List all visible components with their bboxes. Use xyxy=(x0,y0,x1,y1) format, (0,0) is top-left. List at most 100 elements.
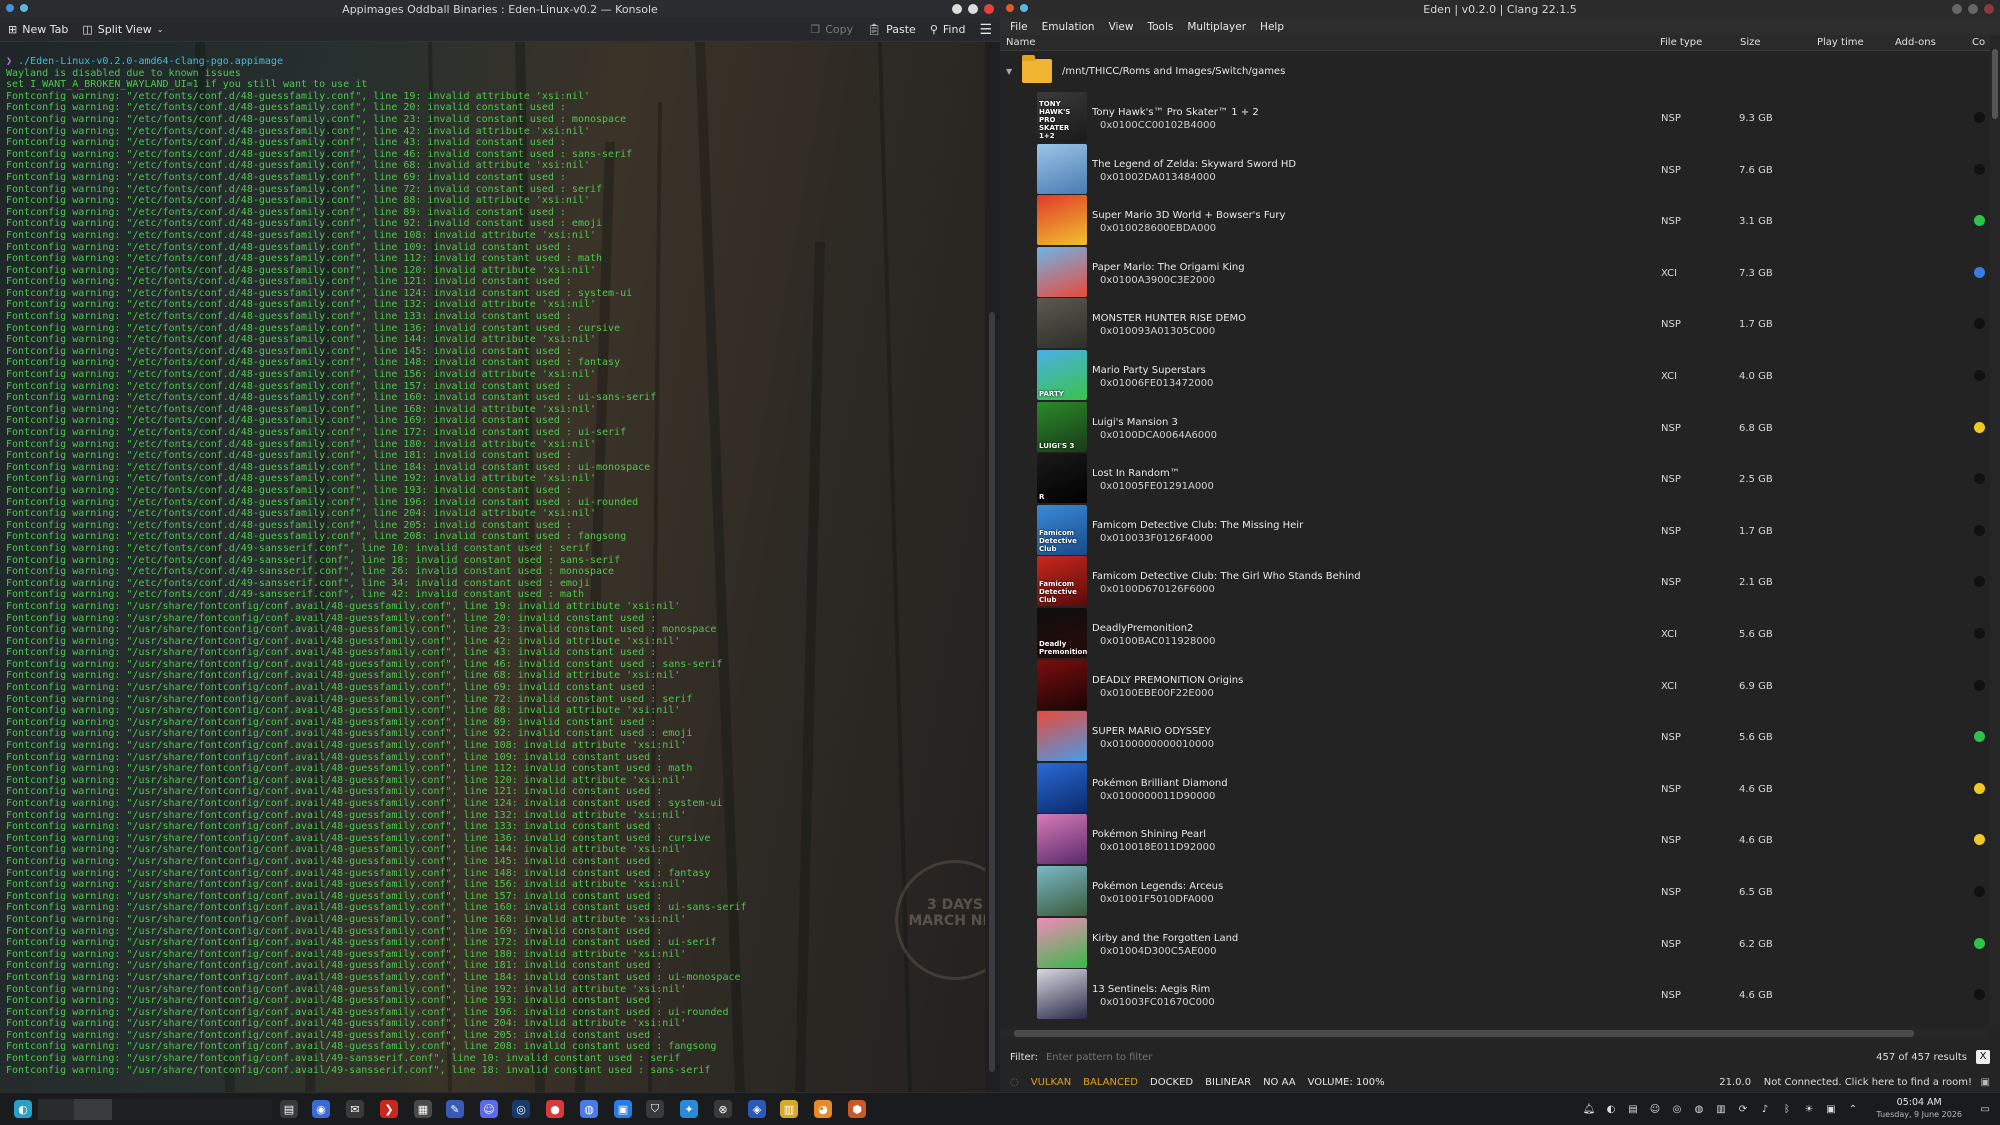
scaling-filter-toggle[interactable]: BILINEAR xyxy=(1205,1077,1251,1088)
copy-button[interactable]: ❐ Copy xyxy=(810,23,853,36)
mail-icon[interactable]: ✉ xyxy=(346,1100,364,1118)
game-row[interactable]: Paper Mario: The Origami King 0x0100A3900… xyxy=(1000,246,1990,298)
vivaldi-icon[interactable]: ● xyxy=(546,1100,564,1118)
maximize-button[interactable] xyxy=(968,4,978,14)
column-name[interactable]: Name xyxy=(1006,37,1036,48)
terminal-output[interactable]: 3 DAYS MARCH NET ❯ ./Eden-Linux-v0.2.0-a… xyxy=(0,42,985,1092)
storage-icon[interactable]: ▥ xyxy=(1714,1102,1728,1116)
close-button[interactable] xyxy=(1984,4,1994,14)
minimize-button[interactable] xyxy=(1952,4,1962,14)
xbox-icon[interactable]: ⊗ xyxy=(714,1100,732,1118)
docked-toggle[interactable]: DOCKED xyxy=(1150,1077,1193,1088)
volume-icon[interactable]: ♪ xyxy=(1758,1102,1772,1116)
konsole-titlebar[interactable]: Appimages Oddball Binaries : Eden-Linux-… xyxy=(0,0,1000,18)
game-row[interactable]: Famicom Detective Club Famicom Detective … xyxy=(1000,504,1990,556)
filter-input[interactable] xyxy=(1045,1051,1646,1063)
eden-titlebar[interactable]: Eden | v0.2.0 | Clang 22.1.5 xyxy=(1000,0,2000,18)
chevron-down-icon[interactable]: ▼ xyxy=(1006,67,1022,76)
volume-toggle[interactable]: VOLUME: 100% xyxy=(1308,1077,1385,1088)
game-row[interactable]: Kirby and the Forgotten Land 0x01004D300C… xyxy=(1000,917,1990,969)
pin-icon[interactable] xyxy=(1020,4,1028,12)
steam-tray-icon[interactable]: ◎ xyxy=(1670,1102,1684,1116)
terminal-scrollbar[interactable] xyxy=(985,42,1000,1092)
menu-file[interactable]: File xyxy=(1010,21,1028,33)
firefox-icon[interactable]: ◕ xyxy=(814,1100,832,1118)
expand-icon[interactable]: ⌃ xyxy=(1846,1102,1860,1116)
sync-icon[interactable]: ◐ xyxy=(1604,1102,1618,1116)
taskbar-task-1[interactable] xyxy=(38,1099,74,1120)
column-size[interactable]: Size xyxy=(1740,37,1761,48)
paste-button[interactable]: 📋︎ Paste xyxy=(867,23,916,36)
discord-icon[interactable]: ☺ xyxy=(480,1100,498,1118)
game-row[interactable]: Famicom Detective Club Famicom Detective … xyxy=(1000,555,1990,607)
scrollbar-thumb[interactable] xyxy=(989,312,995,1072)
game-row[interactable]: PARTY Mario Party Superstars 0x01006FE0134… xyxy=(1000,349,1990,401)
api-toggle[interactable]: VULKAN xyxy=(1031,1077,1071,1088)
game-list-hscrollbar[interactable] xyxy=(1000,1028,1990,1039)
game-icon[interactable]: ⬢ xyxy=(848,1100,866,1118)
clear-filter-button[interactable]: X xyxy=(1976,1050,1990,1064)
column-play-time[interactable]: Play time xyxy=(1817,37,1864,48)
taskbar-task-2[interactable] xyxy=(74,1099,112,1120)
terminal-icon[interactable]: ❯ xyxy=(380,1100,398,1118)
game-row[interactable]: DEADLY PREMONITION Origins 0x0100EBE00F22… xyxy=(1000,659,1990,711)
game-list[interactable]: ▼ /mnt/THICC/Roms and Images/Switch/game… xyxy=(1000,51,1990,1028)
calculator-icon[interactable]: ▦ xyxy=(414,1100,432,1118)
column-compat[interactable]: Co xyxy=(1972,37,1985,48)
chat-icon[interactable]: ◍ xyxy=(580,1100,598,1118)
scrollbar-thumb[interactable] xyxy=(1992,49,1998,119)
game-row[interactable]: TONY HAWK'S PRO SKATER 1+2 Tony Hawk's™ P… xyxy=(1000,91,1990,143)
find-button[interactable]: ⚲ Find xyxy=(930,23,966,36)
menu-view[interactable]: View xyxy=(1109,21,1134,33)
game-row[interactable]: LUIGI'S 3 Luigi's Mansion 3 0x0100DCA0064A… xyxy=(1000,401,1990,453)
anti-aliasing-toggle[interactable]: NO AA xyxy=(1263,1077,1296,1088)
taskbar-task-3[interactable] xyxy=(112,1099,272,1120)
scrollbar-thumb[interactable] xyxy=(1014,1030,1914,1037)
game-row[interactable]: Pokémon Shining Pearl 0x010018E011D92000 N… xyxy=(1000,813,1990,865)
show-desktop-icon[interactable]: ▭ xyxy=(1978,1102,1992,1116)
clipboard-icon[interactable]: ▤ xyxy=(1626,1102,1640,1116)
game-row[interactable]: SUPER MARIO ODYSSEY 0x0100000000010000 NSP… xyxy=(1000,710,1990,762)
game-row[interactable]: Super Mario 3D World + Bowser's Fury 0x01… xyxy=(1000,194,1990,246)
network-icon[interactable]: ▣ xyxy=(1981,1077,1990,1088)
new-tab-button[interactable]: ⊞ New Tab xyxy=(8,23,68,36)
game-list-vscrollbar[interactable] xyxy=(1990,35,2000,1028)
chat-tray-icon[interactable]: ◍ xyxy=(1692,1102,1706,1116)
network-icon[interactable]: ▣ xyxy=(1824,1102,1838,1116)
menu-tools[interactable]: Tools xyxy=(1147,21,1173,33)
game-row[interactable]: Pokémon Brilliant Diamond 0x0100000011D90… xyxy=(1000,762,1990,814)
bluetooth-icon[interactable]: ᛒ xyxy=(1780,1102,1794,1116)
emulator-icon[interactable]: ◈ xyxy=(748,1100,766,1118)
discord-tray-icon[interactable]: ☺ xyxy=(1648,1102,1662,1116)
eden-icon[interactable]: ✦ xyxy=(680,1100,698,1118)
launcher-icon[interactable]: ◐ xyxy=(14,1100,32,1118)
clock[interactable]: 05:04 AM Tuesday, 9 June 2026 xyxy=(1876,1097,1962,1121)
video-icon[interactable]: ▣ xyxy=(614,1100,632,1118)
menu-emulation[interactable]: Emulation xyxy=(1042,21,1095,33)
archive-icon[interactable]: ▥ xyxy=(780,1100,798,1118)
brightness-icon[interactable]: ☀ xyxy=(1802,1102,1816,1116)
game-row[interactable]: Deadly Premonition DeadlyPremonition2 0x01… xyxy=(1000,607,1990,659)
editor-icon[interactable]: ✎ xyxy=(446,1100,464,1118)
game-row[interactable]: 13 Sentinels: Aegis Rim 0x01003FC01670C00… xyxy=(1000,968,1990,1020)
notification-icon[interactable]: 🔔︎ xyxy=(1582,1102,1596,1116)
browser-icon[interactable]: ◉ xyxy=(312,1100,330,1118)
files-icon[interactable]: ▤ xyxy=(280,1100,298,1118)
game-row[interactable]: Pokémon Legends: Arceus 0x01001F5010DFA00… xyxy=(1000,865,1990,917)
game-folder[interactable]: ▼ /mnt/THICC/Roms and Images/Switch/game… xyxy=(1000,51,1990,91)
column-file-type[interactable]: File type xyxy=(1660,37,1702,48)
minimize-button[interactable] xyxy=(952,4,962,14)
network-status[interactable]: Not Connected. Click here to find a room… xyxy=(1764,1077,1972,1088)
performance-mode-toggle[interactable]: BALANCED xyxy=(1083,1077,1138,1088)
game-row[interactable]: The Legend of Zelda: Skyward Sword HD 0x0… xyxy=(1000,143,1990,195)
update-icon[interactable]: ⟳ xyxy=(1736,1102,1750,1116)
close-button[interactable] xyxy=(984,4,994,14)
menu-multiplayer[interactable]: Multiplayer xyxy=(1187,21,1246,33)
split-view-button[interactable]: ◫ Split View ⌄ xyxy=(82,23,163,36)
hamburger-menu-button[interactable]: ☰ xyxy=(979,22,992,38)
shield-icon[interactable]: ⛉ xyxy=(646,1100,664,1118)
menu-help[interactable]: Help xyxy=(1260,21,1284,33)
maximize-button[interactable] xyxy=(1968,4,1978,14)
game-row[interactable]: R Lost In Random™ 0x01005FE01291A000 NSP 2.5… xyxy=(1000,452,1990,504)
pin-icon[interactable] xyxy=(20,4,28,12)
